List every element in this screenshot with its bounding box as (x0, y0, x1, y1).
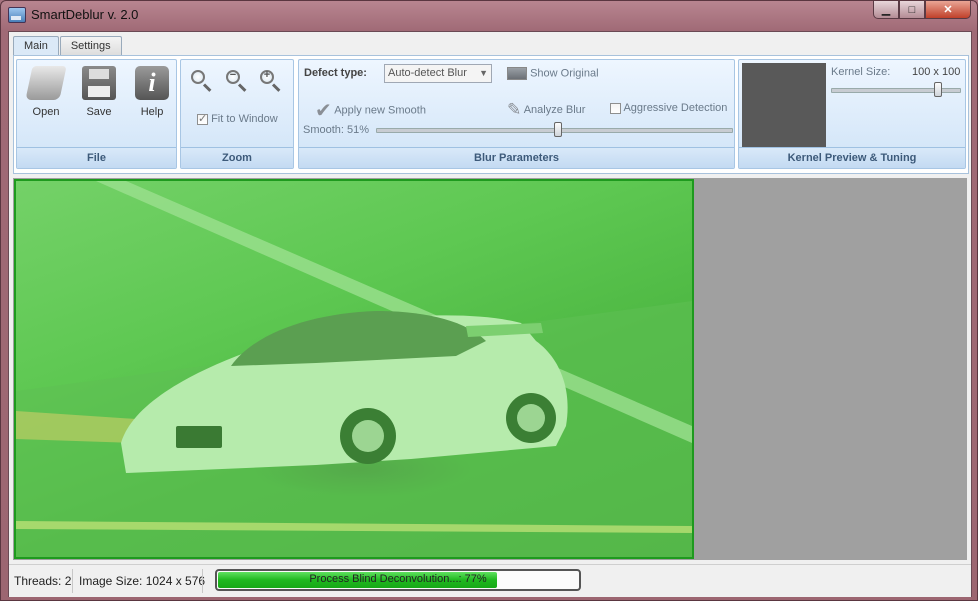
status-divider (72, 569, 73, 593)
smooth-readout: Smooth: 51% (303, 124, 369, 136)
zoom-group: − + Fit to Window Zoom (180, 59, 294, 169)
chevron-down-icon: ▼ (479, 68, 488, 78)
checkmark-icon: ✔ (315, 100, 332, 122)
title-bar[interactable]: SmartDeblur v. 2.0 ▁ □ ✕ (1, 1, 977, 29)
blur-group-label: Blur Parameters (299, 147, 734, 168)
minus-icon: − (229, 69, 237, 81)
image-viewer[interactable] (13, 178, 967, 560)
progress-bar: Process Blind Deconvolution...: 77% (215, 569, 581, 591)
magnifier-handle (271, 83, 281, 92)
front-rim (352, 420, 384, 452)
defect-type-label: Defect type: (304, 67, 367, 79)
aggressive-detection-label: Aggressive Detection (623, 102, 728, 114)
status-divider (202, 569, 203, 593)
app-icon (8, 7, 26, 23)
image-size-status: Image Size: 1024 x 576 (79, 574, 206, 588)
open-button[interactable]: Open (22, 66, 70, 118)
smooth-value: 51% (347, 124, 370, 136)
open-folder-icon (25, 66, 67, 100)
image-icon (507, 67, 527, 80)
minimize-button[interactable]: ▁ (873, 1, 899, 19)
fit-to-window-label: Fit to Window (211, 113, 278, 125)
apply-smooth-label: Apply new Smooth (334, 104, 426, 117)
analyze-blur-button[interactable]: ✎ Analyze Blur (507, 100, 585, 120)
apply-smooth-button[interactable]: ✔ Apply new Smooth (315, 98, 426, 123)
kernel-size-label: Kernel Size: (831, 66, 891, 78)
maximize-button[interactable]: □ (899, 1, 925, 19)
defect-type-select[interactable]: Auto-detect Blur ▼ (384, 64, 492, 83)
kernel-size-slider-thumb[interactable] (933, 82, 942, 97)
main-window: SmartDeblur v. 2.0 ▁ □ ✕ Main Settings O… (0, 0, 978, 601)
open-label: Open (32, 106, 60, 118)
help-button[interactable]: i Help (128, 66, 176, 118)
fit-to-window-checkbox[interactable]: Fit to Window (197, 112, 278, 125)
magnifier-icon (191, 70, 205, 84)
rear-rim (517, 404, 545, 432)
smooth-slider-thumb[interactable] (554, 122, 563, 137)
photo-drawing (16, 181, 692, 557)
kernel-group-label: Kernel Preview & Tuning (739, 147, 965, 168)
analyze-blur-label: Analyze Blur (523, 103, 586, 116)
magnifier-handle (202, 83, 212, 92)
blur-parameters-group: Defect type: Auto-detect Blur ▼ Show Ori… (298, 59, 735, 169)
smooth-label: Smooth: (303, 124, 344, 136)
zoom-out-button[interactable]: − (226, 69, 248, 92)
close-button[interactable]: ✕ (925, 1, 971, 19)
show-original-label: Show Original (530, 67, 599, 80)
plus-icon: + (263, 69, 271, 81)
file-group: Open Save i Help File (16, 59, 177, 169)
kernel-size-value: 100 x 100 (912, 66, 961, 78)
progress-text: Process Blind Deconvolution...: 77% (309, 573, 487, 585)
zoom-in-button[interactable]: + (260, 69, 282, 92)
car-on-racetrack-image (14, 179, 694, 559)
status-bar: Threads: 2 Image Size: 1024 x 576 Proces… (9, 564, 971, 597)
info-icon: i (135, 66, 169, 100)
analyze-wand-icon: ✎ (507, 100, 522, 119)
zoom-fit-button[interactable] (191, 70, 213, 92)
floppy-disk-icon (82, 66, 116, 100)
window-title: SmartDeblur v. 2.0 (31, 7, 139, 22)
tab-settings[interactable]: Settings (59, 36, 122, 56)
show-original-button[interactable]: Show Original (507, 67, 599, 80)
license-plate (176, 426, 222, 448)
fit-checkbox-box[interactable] (197, 112, 208, 125)
ribbon: Open Save i Help File − + ✓ Fit to Windo… (13, 55, 969, 174)
zoom-group-label: Zoom (181, 147, 293, 168)
magnifier-handle (237, 83, 247, 92)
kernel-group: Kernel Size: 100 x 100 Kernel Preview & … (738, 59, 966, 169)
help-label: Help (140, 106, 164, 118)
aggressive-detection-checkbox[interactable]: Aggressive Detection (610, 102, 727, 114)
file-group-label: File (17, 147, 176, 168)
window-controls: ▁ □ ✕ (873, 1, 971, 21)
defect-type-value: Auto-detect Blur (388, 67, 467, 79)
kernel-preview (742, 63, 826, 147)
client-area: Main Settings Open Save i Help File − + … (8, 31, 972, 597)
tab-bar: Main Settings (13, 36, 123, 58)
save-button[interactable]: Save (75, 66, 123, 118)
save-label: Save (86, 106, 112, 118)
threads-status: Threads: 2 (14, 574, 72, 588)
aggressive-checkbox-box[interactable] (610, 102, 621, 114)
